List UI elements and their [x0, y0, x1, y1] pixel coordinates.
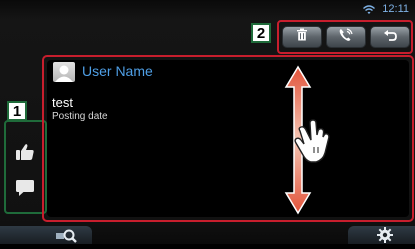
search-button[interactable] — [56, 228, 78, 244]
avatar — [53, 62, 75, 82]
post-date: Posting date — [52, 111, 108, 122]
post-text: test — [52, 95, 73, 110]
post-panel[interactable] — [47, 60, 409, 217]
toolbar — [282, 26, 410, 50]
settings-button[interactable] — [377, 227, 393, 243]
comment-button[interactable] — [10, 176, 40, 204]
callout-badge-2: 2 — [251, 23, 271, 43]
delete-button[interactable] — [282, 26, 322, 48]
bottom-bar-left — [0, 226, 92, 244]
clock: 12:11 — [382, 3, 409, 15]
scroll-gesture-illustration — [278, 65, 338, 215]
user-name[interactable]: User Name — [82, 63, 153, 79]
trash-icon — [296, 28, 308, 46]
thumbs-up-icon — [15, 143, 35, 166]
back-button[interactable] — [370, 26, 410, 48]
like-button[interactable] — [10, 140, 40, 168]
search-icon — [56, 229, 78, 248]
wifi-icon — [362, 4, 376, 15]
call-button[interactable] — [326, 26, 366, 48]
gear-icon — [377, 227, 393, 247]
screen: 12:11 2 1 User Name test Posting date — [0, 0, 415, 244]
comment-icon — [15, 179, 35, 202]
phone-icon — [338, 27, 354, 47]
callout-badge-1: 1 — [7, 101, 27, 121]
back-arrow-icon — [383, 28, 397, 46]
status-bar: 12:11 — [362, 2, 409, 16]
